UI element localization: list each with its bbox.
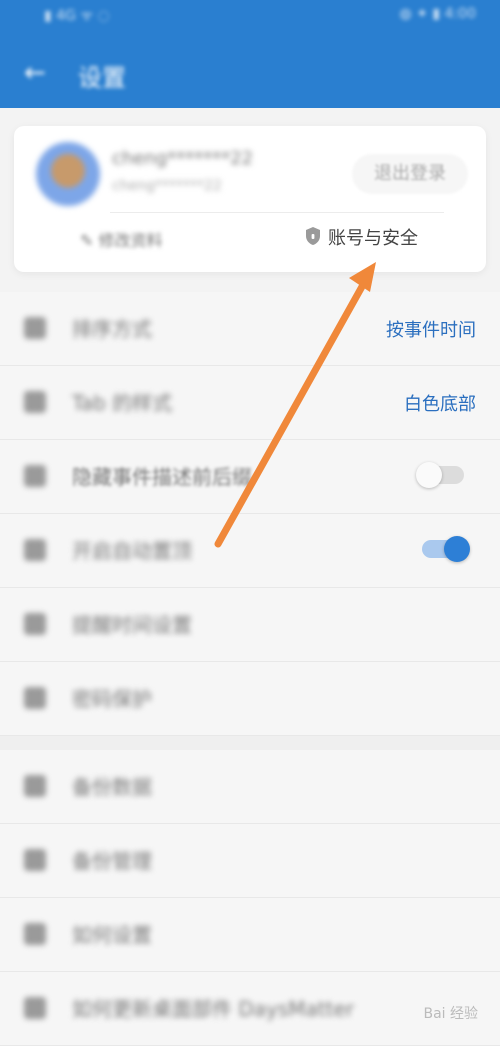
annotation-arrow-icon <box>214 262 376 548</box>
watermark: Bai 经验 <box>423 1006 478 1022</box>
